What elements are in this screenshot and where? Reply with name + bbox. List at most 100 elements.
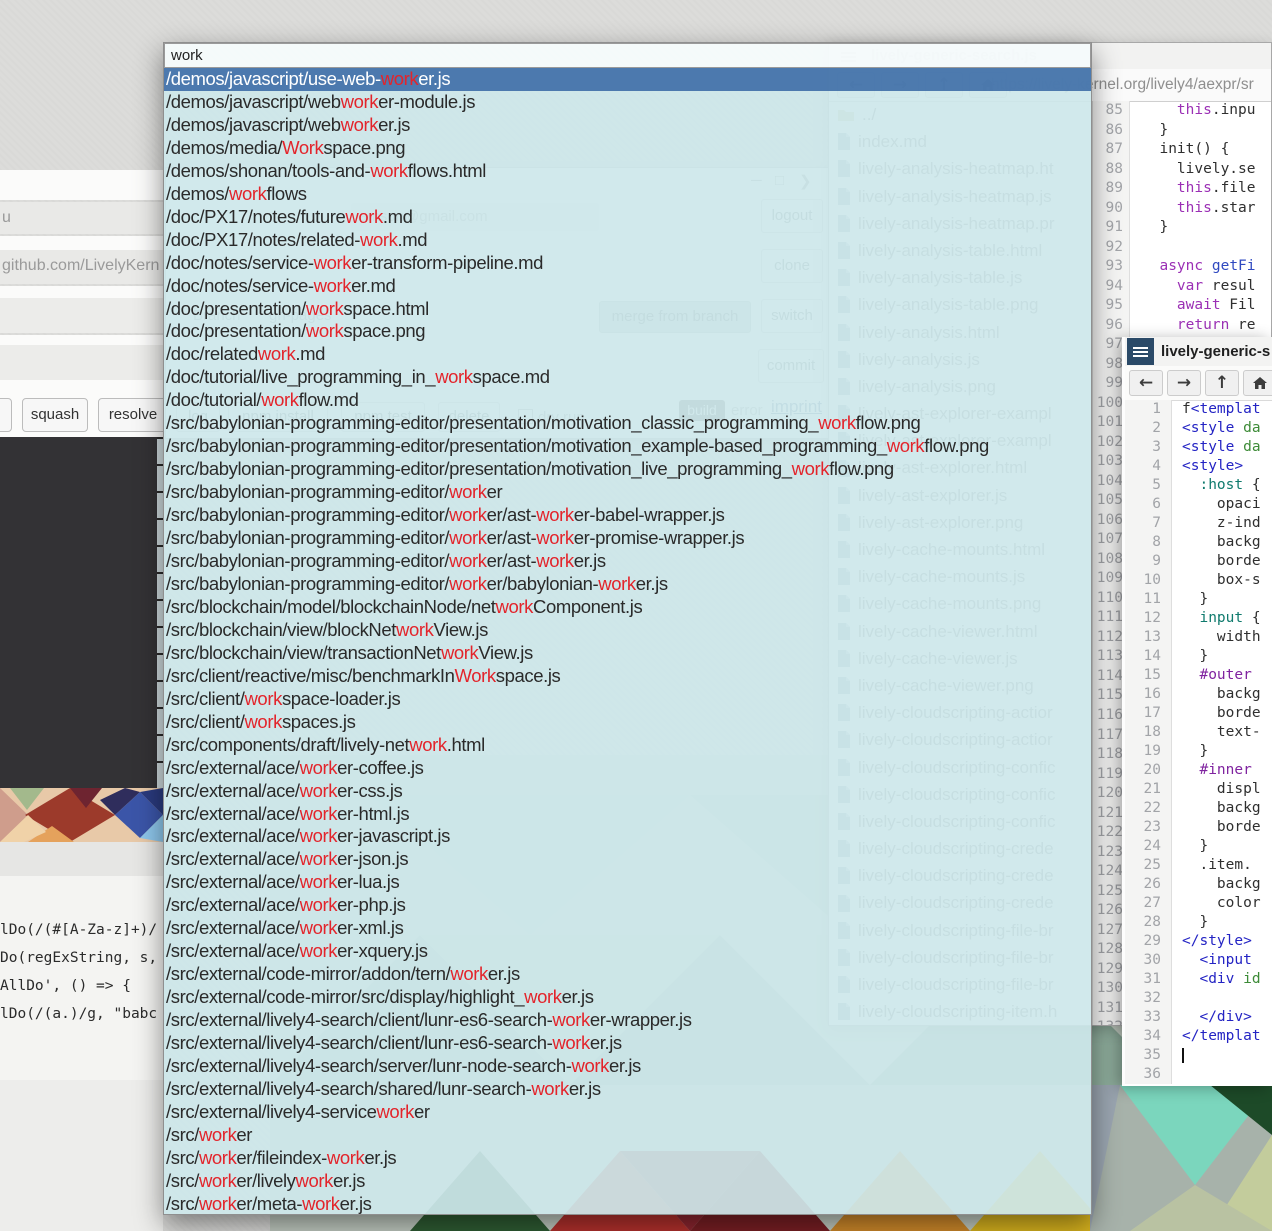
code-line[interactable]: 35 <box>1125 1046 1272 1065</box>
search-result-item[interactable]: /demos/media/Workspace.png <box>164 137 1091 160</box>
search-result-item[interactable]: /doc/presentation/workspace.png <box>164 320 1091 343</box>
search-result-item[interactable]: /demos/shonan/tools-and-workflows.html <box>164 160 1091 183</box>
search-result-item[interactable]: /src/babylonian-programming-editor/worke… <box>164 550 1091 573</box>
code-line[interactable]: 11 } <box>1125 590 1272 609</box>
code-line[interactable]: 15 #outer <box>1125 666 1272 685</box>
code-line[interactable]: 36 <box>1125 1065 1272 1084</box>
search-result-item[interactable]: /src/worker/fileindex-worker.js <box>164 1147 1091 1170</box>
code-line[interactable]: 17 borde <box>1125 704 1272 723</box>
menu-icon[interactable] <box>1127 338 1154 365</box>
code-line[interactable]: 23 borde <box>1125 818 1272 837</box>
code-line[interactable]: 2<style da <box>1125 419 1272 438</box>
code-line[interactable]: 14 } <box>1125 647 1272 666</box>
code-line[interactable]: 85 this.inpu <box>1093 101 1271 121</box>
search-result-item[interactable]: /src/babylonian-programming-editor/prese… <box>164 435 1091 458</box>
left-input-username[interactable]: u <box>0 202 165 234</box>
search-result-item[interactable]: /doc/PX17/notes/futurework.md <box>164 206 1091 229</box>
search-result-item[interactable]: /doc/relatedwork.md <box>164 343 1091 366</box>
forward-button[interactable]: → <box>1167 370 1201 396</box>
search-result-item[interactable]: /src/blockchain/model/blockchainNode/net… <box>164 596 1091 619</box>
code-line[interactable]: 12 input { <box>1125 609 1272 628</box>
code-line[interactable]: 16 backg <box>1125 685 1272 704</box>
search-result-item[interactable]: /src/client/workspace-loader.js <box>164 688 1091 711</box>
code-line[interactable]: 29</style> <box>1125 932 1272 951</box>
search-result-item[interactable]: /src/external/ace/worker-xquery.js <box>164 940 1091 963</box>
search-result-item[interactable]: /src/babylonian-programming-editor/prese… <box>164 458 1091 481</box>
search-result-item[interactable]: /src/babylonian-programming-editor/prese… <box>164 412 1091 435</box>
code-line[interactable]: 32 <box>1125 989 1272 1008</box>
search-result-item[interactable]: /src/client/reactive/misc/benchmarkInWor… <box>164 665 1091 688</box>
code-line[interactable]: 10 box-s <box>1125 571 1272 590</box>
code-line[interactable]: 30 <input <box>1125 951 1272 970</box>
left-input-empty[interactable] <box>0 345 163 380</box>
code-line[interactable]: 95 await Fil <box>1093 296 1271 316</box>
code-line[interactable]: 26 backg <box>1125 875 1272 894</box>
search-result-item[interactable]: /src/worker <box>164 1124 1091 1147</box>
search-result-item[interactable]: /doc/tutorial/live_programming_in_worksp… <box>164 366 1091 389</box>
search-result-item[interactable]: /src/blockchain/view/blockNetworkView.js <box>164 619 1091 642</box>
code-line[interactable]: 5 :host { <box>1125 476 1272 495</box>
code-line[interactable]: 89 this.file <box>1093 179 1271 199</box>
code-line[interactable]: 3<style da <box>1125 438 1272 457</box>
search-result-item[interactable]: /src/external/ace/worker-css.js <box>164 780 1091 803</box>
search-result-item[interactable]: /src/babylonian-programming-editor/worke… <box>164 527 1091 550</box>
code-line[interactable]: 1f<templat <box>1125 400 1272 419</box>
code-line[interactable]: 25 .item. <box>1125 856 1272 875</box>
search-result-item[interactable]: /src/client/workspaces.js <box>164 711 1091 734</box>
left-input-repo-url[interactable]: github.com/LivelyKern <box>0 250 165 284</box>
code-line[interactable]: 90 this.star <box>1093 199 1271 219</box>
search-result-item[interactable]: /src/babylonian-programming-editor/worke… <box>164 573 1091 596</box>
code-line[interactable]: 6 opaci <box>1125 495 1272 514</box>
code-line[interactable]: 33 </div> <box>1125 1008 1272 1027</box>
search-result-item[interactable]: /src/external/lively4-search/client/lunr… <box>164 1032 1091 1055</box>
search-result-item[interactable]: /src/external/ace/worker-lua.js <box>164 871 1091 894</box>
left-input-empty[interactable] <box>0 298 163 333</box>
code-line[interactable]: 92 <box>1093 238 1271 258</box>
search-result-item[interactable]: /doc/notes/service-worker.md <box>164 275 1091 298</box>
search-result-item[interactable]: /demos/javascript/use-web-worker.js <box>164 68 1091 91</box>
search-result-item[interactable]: /src/external/code-mirror/src/display/hi… <box>164 986 1091 1009</box>
code-line[interactable]: 22 backg <box>1125 799 1272 818</box>
code-line[interactable]: 96 return re <box>1093 316 1271 336</box>
search-result-item[interactable]: /src/external/ace/worker-coffee.js <box>164 757 1091 780</box>
search-result-item[interactable]: /src/external/ace/worker-html.js <box>164 803 1091 826</box>
code-line[interactable]: 9 borde <box>1125 552 1272 571</box>
resolve-button[interactable]: resolve <box>98 398 168 432</box>
code-line[interactable]: 28 } <box>1125 913 1272 932</box>
code-line[interactable]: 91 } <box>1093 218 1271 238</box>
code-line[interactable]: 19 } <box>1125 742 1272 761</box>
code-line[interactable]: 86 } <box>1093 121 1271 141</box>
component-code-editor[interactable]: 1f<templat2<style da3<style da4<style>5 … <box>1125 400 1272 1086</box>
search-result-item[interactable]: /src/external/ace/worker-php.js <box>164 894 1091 917</box>
search-result-item[interactable]: /demos/workflows <box>164 183 1091 206</box>
code-line[interactable]: 31 <div id <box>1125 970 1272 989</box>
search-result-item[interactable]: /src/external/lively4-search/client/lunr… <box>164 1009 1091 1032</box>
code-line[interactable]: 93 async getFi <box>1093 257 1271 277</box>
search-result-item[interactable]: /src/worker/meta-worker.js <box>164 1193 1091 1214</box>
search-result-item[interactable]: /src/blockchain/view/transactionNetworkV… <box>164 642 1091 665</box>
search-result-item[interactable]: /src/worker/livelyworker.js <box>164 1170 1091 1193</box>
code-line[interactable]: 18 text- <box>1125 723 1272 742</box>
search-result-item[interactable]: /src/components/draft/lively-network.htm… <box>164 734 1091 757</box>
code-line[interactable]: 87 init() { <box>1093 140 1271 160</box>
search-result-item[interactable]: /demos/javascript/webworker.js <box>164 114 1091 137</box>
search-result-item[interactable]: /demos/javascript/webworker-module.js <box>164 91 1091 114</box>
code-line[interactable]: 24 } <box>1125 837 1272 856</box>
editor-titlebar[interactable]: lively-generic-s <box>1125 337 1272 367</box>
code-line[interactable]: 13 width <box>1125 628 1272 647</box>
code-line[interactable]: 8 backg <box>1125 533 1272 552</box>
search-result-item[interactable]: /src/external/ace/worker-xml.js <box>164 917 1091 940</box>
code-line[interactable]: 34</templat <box>1125 1027 1272 1046</box>
back-button[interactable]: ← <box>1129 370 1163 396</box>
code-line[interactable]: 27 color <box>1125 894 1272 913</box>
search-result-item[interactable]: /doc/presentation/workspace.html <box>164 298 1091 321</box>
search-result-item[interactable]: /src/babylonian-programming-editor/worke… <box>164 504 1091 527</box>
search-result-item[interactable]: /src/external/code-mirror/addon/tern/wor… <box>164 963 1091 986</box>
code-line[interactable]: 94 var resul <box>1093 277 1271 297</box>
search-result-item[interactable]: /doc/PX17/notes/related-work.md <box>164 229 1091 252</box>
search-result-item[interactable]: /src/babylonian-programming-editor/worke… <box>164 481 1091 504</box>
search-result-item[interactable]: /src/external/ace/worker-json.js <box>164 848 1091 871</box>
search-input[interactable] <box>164 43 1091 68</box>
code-line[interactable]: 4<style> <box>1125 457 1272 476</box>
search-result-item[interactable]: /doc/tutorial/workflow.md <box>164 389 1091 412</box>
